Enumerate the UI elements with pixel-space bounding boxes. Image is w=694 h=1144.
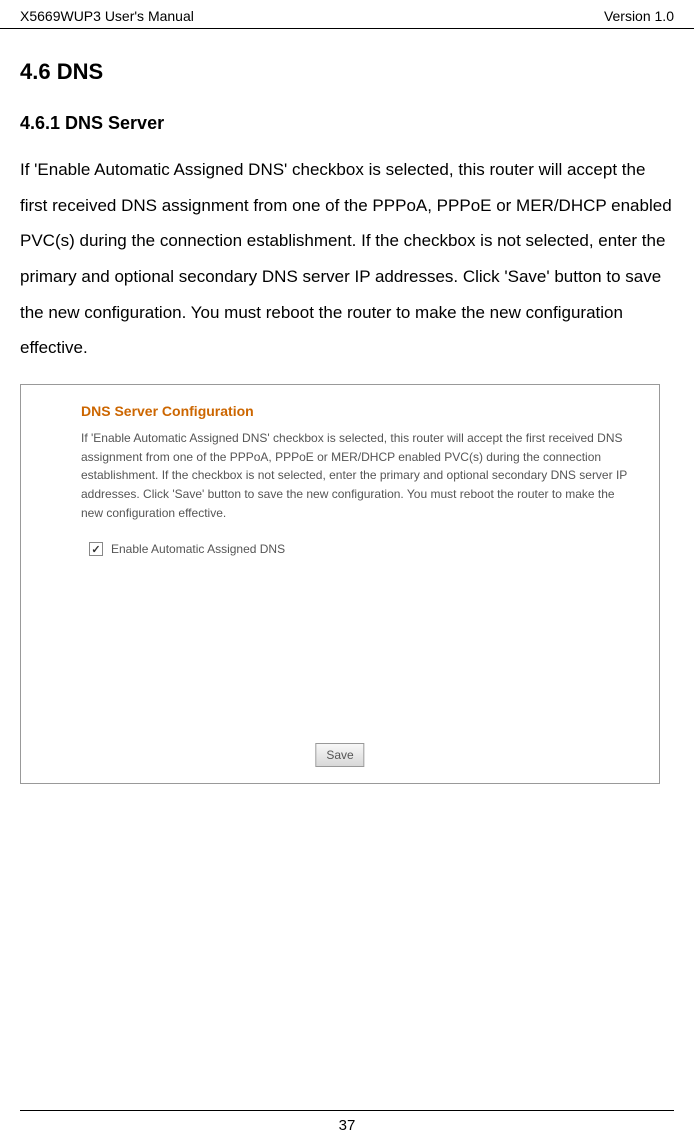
page-number: 37 (339, 1117, 356, 1134)
checkbox-icon[interactable]: ✓ (89, 542, 103, 556)
subsection-title: 4.6.1 DNS Server (20, 113, 674, 134)
save-button[interactable]: Save (315, 743, 364, 767)
config-panel-description: If 'Enable Automatic Assigned DNS' check… (81, 429, 635, 522)
header-left: X5669WUP3 User's Manual (20, 8, 194, 24)
checkbox-label: Enable Automatic Assigned DNS (111, 542, 285, 556)
section-title: 4.6 DNS (20, 59, 674, 85)
header-right: Version 1.0 (604, 8, 674, 24)
page-content: 4.6 DNS 4.6.1 DNS Server If 'Enable Auto… (0, 29, 694, 804)
config-panel-title: DNS Server Configuration (81, 403, 635, 419)
page-header: X5669WUP3 User's Manual Version 1.0 (0, 0, 694, 29)
body-paragraph: If 'Enable Automatic Assigned DNS' check… (20, 152, 674, 366)
auto-dns-checkbox-row[interactable]: ✓ Enable Automatic Assigned DNS (89, 542, 635, 556)
dns-config-screenshot: DNS Server Configuration If 'Enable Auto… (20, 384, 660, 784)
page-footer: 37 (20, 1110, 674, 1134)
